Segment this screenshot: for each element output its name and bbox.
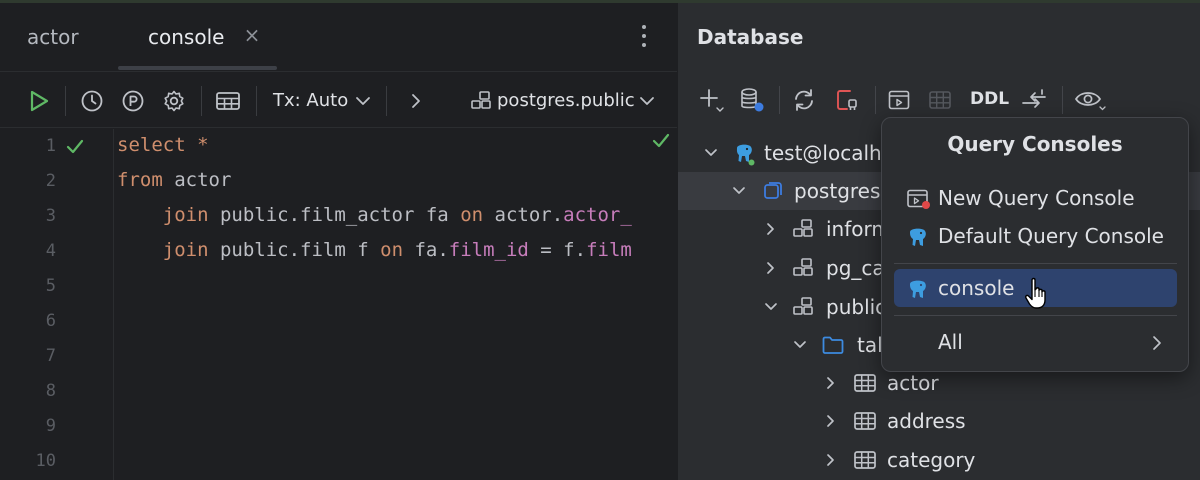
- tree-item-label: tal: [857, 333, 883, 357]
- menu-item-label: New Query Console: [938, 186, 1135, 210]
- database-icon: [762, 180, 784, 206]
- new-query-console-item[interactable]: New Query Console: [894, 179, 1177, 217]
- code-line: from actor: [117, 169, 232, 191]
- table-icon: [853, 372, 877, 398]
- tree-item-table[interactable]: address: [678, 402, 1200, 440]
- tree-item-label: pg_ca: [826, 256, 885, 280]
- chevron-down-icon[interactable]: [731, 183, 747, 203]
- run-icon[interactable]: [26, 72, 52, 129]
- editor-pane: actor console × Tx: Auto postgres.public…: [0, 3, 677, 480]
- close-tab-icon[interactable]: ×: [243, 25, 261, 45]
- tree-item-label: category: [887, 448, 976, 472]
- menu-item-label: Default Query Console: [938, 224, 1164, 248]
- gutter-divider: [113, 129, 114, 480]
- chevron-right-icon[interactable]: [763, 221, 779, 241]
- hand-pointer-cursor-icon: [1024, 277, 1052, 315]
- more-options-icon[interactable]: [636, 25, 652, 51]
- toolbar-divider: [875, 86, 876, 114]
- line-number: 8: [45, 381, 56, 401]
- data-source-properties-icon[interactable]: [738, 71, 766, 128]
- code-line: join public.film f on fa.film_id = f.fil…: [162, 239, 632, 261]
- line-number: 10: [35, 451, 56, 471]
- menu-separator: [894, 263, 1177, 264]
- tab-actor[interactable]: actor: [27, 3, 79, 71]
- tree-item-label: test@localh: [764, 141, 882, 165]
- code-editor[interactable]: 1 2 3 4 5 6 7 8 9 10 select * from actor…: [0, 129, 677, 480]
- inspection-ok-check-icon: [651, 132, 671, 154]
- chevron-right-icon[interactable]: [408, 72, 424, 129]
- tree-item-label: public: [826, 295, 887, 319]
- tree-item-table[interactable]: category: [678, 441, 1200, 479]
- editor-toolbar: Tx: Auto postgres.public: [0, 71, 677, 128]
- line-number: 4: [45, 241, 56, 261]
- tree-item-label: postgres: [794, 179, 881, 203]
- chevron-right-icon: [1151, 335, 1163, 355]
- new-console-icon: [906, 188, 932, 214]
- line-number: 7: [45, 346, 56, 366]
- settings-gear-icon[interactable]: [161, 72, 187, 129]
- executed-check-icon: [65, 138, 85, 160]
- tab-console[interactable]: console: [148, 3, 224, 71]
- code-line: select *: [117, 134, 209, 156]
- line-number: 2: [45, 171, 56, 191]
- postgres-elephant-icon: [906, 278, 930, 306]
- toolbar-divider: [1062, 86, 1063, 114]
- menu-separator: [894, 315, 1177, 316]
- refresh-icon[interactable]: [790, 71, 818, 128]
- line-number: 1: [45, 136, 56, 156]
- schema-selector[interactable]: postgres.public: [497, 72, 635, 129]
- line-number: 9: [45, 416, 56, 436]
- editor-tab-bar: actor console ×: [0, 3, 677, 71]
- active-tab-indicator: [118, 66, 277, 70]
- table-icon: [853, 410, 877, 436]
- popup-title: Query Consoles: [947, 132, 1123, 156]
- menu-item-label: console: [938, 276, 1015, 300]
- toolbar-divider: [779, 86, 780, 114]
- add-icon[interactable]: [698, 71, 724, 128]
- all-consoles-item[interactable]: All: [894, 323, 1177, 361]
- toolbar-divider: [256, 86, 257, 116]
- disconnect-icon[interactable]: [833, 71, 861, 128]
- line-number: 5: [45, 276, 56, 296]
- query-consoles-popup: Query Consoles New Query Console Default…: [881, 117, 1189, 372]
- schema-icon: [791, 296, 815, 322]
- transaction-mode-dropdown[interactable]: Tx: Auto: [273, 72, 348, 129]
- pin-p-icon[interactable]: [120, 72, 146, 129]
- chevron-right-icon[interactable]: [823, 375, 839, 395]
- chevron-right-icon[interactable]: [823, 452, 839, 472]
- chevron-down-icon[interactable]: [792, 337, 808, 357]
- toolbar-divider: [65, 86, 66, 116]
- chevron-down-icon[interactable]: [703, 145, 719, 165]
- line-number: 6: [45, 311, 56, 331]
- chevron-down-icon[interactable]: [763, 299, 779, 319]
- chevron-right-icon[interactable]: [763, 260, 779, 280]
- schema-icon: [791, 218, 815, 244]
- folder-icon: [821, 334, 845, 360]
- postgres-elephant-icon: [906, 226, 930, 254]
- tool-window-title: Database: [697, 25, 804, 49]
- menu-item-label: All: [938, 330, 963, 354]
- toolbar-divider: [386, 86, 387, 116]
- default-query-console-item[interactable]: Default Query Console: [894, 217, 1177, 255]
- line-number: 3: [45, 206, 56, 226]
- toolbar-divider: [201, 86, 202, 116]
- history-icon[interactable]: [79, 72, 105, 129]
- chevron-right-icon[interactable]: [823, 413, 839, 433]
- postgres-elephant-icon: [732, 142, 756, 170]
- schema-icon: [791, 257, 815, 283]
- table-icon: [853, 449, 877, 475]
- chevron-down-icon[interactable]: [638, 72, 656, 129]
- table-view-icon[interactable]: [214, 72, 242, 129]
- code-line: join public.film_actor fa on actor.actor…: [162, 204, 632, 226]
- tree-item-label: address: [887, 409, 966, 433]
- schema-icon: [469, 72, 493, 129]
- chevron-down-icon[interactable]: [354, 72, 372, 129]
